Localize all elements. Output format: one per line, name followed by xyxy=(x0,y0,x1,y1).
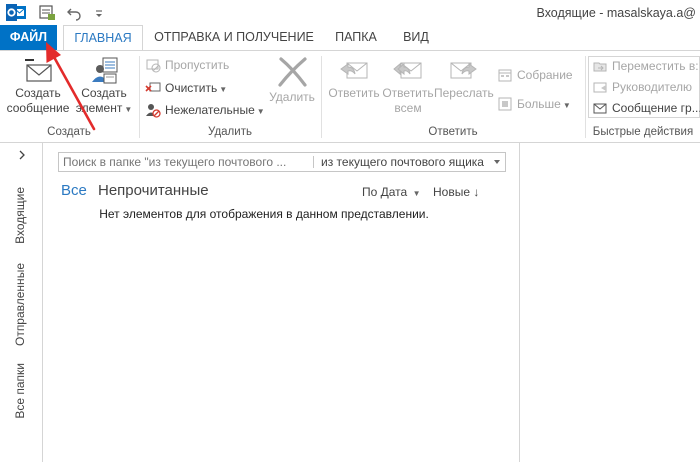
chevron-down-icon: ▼ xyxy=(412,189,421,198)
quick-step-to-manager[interactable]: Руководителю xyxy=(592,78,700,96)
reading-pane xyxy=(521,143,700,462)
title-bar: Входящие - masalskaya.a@ xyxy=(0,0,700,25)
junk-label: Нежелательные ▼ xyxy=(165,103,265,117)
quick-step-team-email[interactable]: Сообщение гр... xyxy=(592,99,700,117)
nav-folder-inbox[interactable]: Входящие xyxy=(13,187,27,244)
group-create-label: Создать xyxy=(47,126,91,138)
new-email-icon xyxy=(25,59,52,82)
sort-by-dropdown[interactable]: По Дата ▼ xyxy=(362,185,420,199)
tab-home[interactable]: ГЛАВНАЯ xyxy=(63,25,143,51)
chevron-down-icon: ▼ xyxy=(562,101,571,110)
reply-icon xyxy=(340,62,368,79)
reply-all-label-2: всем xyxy=(394,101,422,115)
team-email-icon xyxy=(593,103,607,114)
clean-up-label: Очистить ▼ xyxy=(165,81,228,95)
chevron-down-icon: ▼ xyxy=(124,105,133,114)
reply-all-button[interactable]: Ответить всем xyxy=(380,55,436,116)
chevron-down-icon[interactable] xyxy=(494,160,500,164)
chevron-right-icon[interactable] xyxy=(16,149,28,161)
new-items-icon xyxy=(92,57,118,84)
delete-button[interactable]: Удалить xyxy=(266,55,318,105)
group-respond-label: Ответить xyxy=(428,126,478,138)
more-icon xyxy=(498,97,512,111)
tab-view[interactable]: ВИД xyxy=(394,25,438,50)
delete-x-icon xyxy=(278,57,307,87)
meeting-button[interactable]: Собрание xyxy=(497,66,582,84)
send-receive-icon[interactable] xyxy=(38,4,56,21)
move-to-folder-icon xyxy=(593,62,607,72)
sort-order-toggle[interactable]: Новые ↓ xyxy=(433,185,479,199)
forward-button[interactable]: Переслать xyxy=(434,55,494,101)
new-message-button[interactable]: Создать сообщение xyxy=(4,55,72,116)
quick-step-move-to-label: Переместить в: xyxy=(612,59,699,73)
clean-up-button[interactable]: Очистить ▼ xyxy=(145,79,265,97)
group-quick-steps-label: Быстрые действия xyxy=(592,126,694,138)
reply-button[interactable]: Ответить xyxy=(326,55,382,101)
junk-icon xyxy=(146,104,161,118)
empty-list-message: Нет элементов для отображения в данном п… xyxy=(99,207,429,221)
quick-step-move-to[interactable]: Переместить в: xyxy=(592,57,700,75)
arrow-down-icon: ↓ xyxy=(473,185,480,199)
meeting-icon xyxy=(498,69,512,82)
chevron-down-icon: ▼ xyxy=(256,107,265,116)
quick-step-to-manager-label: Руководителю xyxy=(612,80,693,94)
forward-icon xyxy=(450,62,477,79)
more-respond-button[interactable]: Больше ▼ xyxy=(497,95,582,113)
new-message-label-2: сообщение xyxy=(6,101,70,115)
search-scope-dropdown[interactable]: из текущего почтового ящика xyxy=(321,155,484,169)
forward-label: Переслать xyxy=(434,86,494,100)
delete-label: Удалить xyxy=(269,90,315,104)
clean-up-icon xyxy=(145,82,161,92)
undo-icon[interactable] xyxy=(66,4,84,21)
filter-all[interactable]: Все xyxy=(61,182,87,199)
group-delete-label: Удалить xyxy=(208,126,252,138)
ribbon: Создать сообщение Создать элемент ▼ Созда… xyxy=(0,50,700,143)
customize-toolbar-icon[interactable] xyxy=(94,4,104,21)
ignore-button[interactable]: Пропустить xyxy=(145,56,265,74)
ignore-label: Пропустить xyxy=(165,58,230,72)
folder-pane-collapsed: Входящие Отправленные Все папки xyxy=(0,143,43,462)
search-bar: из текущего почтового ящика xyxy=(58,152,506,172)
tab-folder[interactable]: ПАПКА xyxy=(326,25,386,50)
ignore-icon xyxy=(146,59,161,73)
new-item-button[interactable]: Создать элемент ▼ xyxy=(74,55,134,117)
new-message-label-1: Создать xyxy=(15,86,61,100)
search-input[interactable] xyxy=(63,153,307,171)
outlook-app-icon[interactable] xyxy=(6,3,26,22)
chevron-down-icon: ▼ xyxy=(219,85,228,94)
search-divider xyxy=(313,156,314,168)
filter-unread[interactable]: Непрочитанные xyxy=(98,182,209,199)
more-label: Больше ▼ xyxy=(517,97,571,111)
new-item-label-1: Создать xyxy=(81,86,127,100)
reply-all-label-1: Ответить xyxy=(382,86,434,100)
tab-file[interactable]: ФАЙЛ xyxy=(0,25,57,50)
tab-send-receive[interactable]: ОТПРАВКА И ПОЛУЧЕНИЕ xyxy=(150,25,318,50)
message-list: из текущего почтового ящика Все Непрочит… xyxy=(44,143,520,462)
nav-folder-sent[interactable]: Отправленные xyxy=(13,263,27,346)
to-manager-icon xyxy=(593,82,607,93)
window-title: Входящие - masalskaya.a@ xyxy=(536,6,697,20)
ribbon-tabs: ФАЙЛ ГЛАВНАЯ ОТПРАВКА И ПОЛУЧЕНИЕ ПАПКА … xyxy=(0,25,700,51)
nav-all-folders[interactable]: Все папки xyxy=(13,363,27,419)
junk-button[interactable]: Нежелательные ▼ xyxy=(145,101,270,119)
reply-label: Ответить xyxy=(328,86,380,100)
meeting-label: Собрание xyxy=(517,68,573,82)
reply-all-icon xyxy=(393,62,422,79)
new-item-label-2: элемент xyxy=(75,101,123,115)
quick-step-team-email-label: Сообщение гр... xyxy=(612,101,700,115)
